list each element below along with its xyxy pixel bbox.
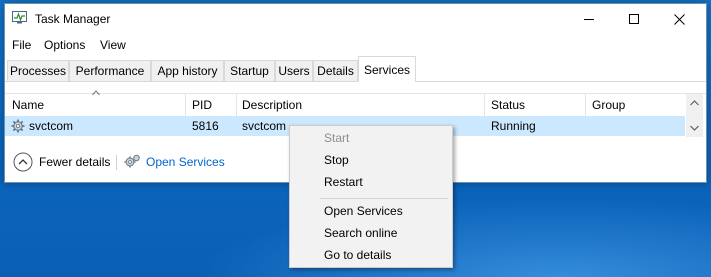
column-header-status[interactable]: Status [491, 94, 525, 116]
gear-icon [11, 119, 25, 133]
context-menu-go-to-details[interactable]: Go to details [290, 244, 452, 266]
context-menu-label: Start [324, 131, 350, 145]
tab-processes[interactable]: Processes [7, 60, 69, 81]
fewer-details-button[interactable]: Fewer details [39, 155, 110, 169]
cell-status: Running [491, 119, 536, 133]
tab-users[interactable]: Users [275, 60, 313, 81]
task-manager-icon [12, 11, 27, 24]
minimize-button[interactable] [567, 4, 611, 34]
column-header-name[interactable]: Name [12, 94, 44, 116]
column-divider[interactable] [484, 94, 485, 116]
context-menu-label: Go to details [324, 248, 392, 262]
scroll-up-icon[interactable] [690, 100, 699, 106]
context-menu-open-services[interactable]: Open Services [290, 200, 452, 222]
tab-strip-border [5, 81, 706, 82]
cell-pid: 5816 [192, 119, 219, 133]
close-icon [673, 13, 685, 25]
cell-name: svctcom [29, 119, 74, 133]
sort-ascending-icon [92, 90, 100, 96]
maximize-button[interactable] [612, 4, 656, 34]
menu-options[interactable]: Options [44, 38, 85, 52]
window-title: Task Manager [35, 12, 111, 26]
column-header-group[interactable]: Group [592, 94, 625, 116]
column-divider[interactable] [236, 94, 237, 116]
column-divider[interactable] [585, 94, 586, 116]
fewer-details-chevron-icon[interactable] [13, 152, 33, 172]
context-menu-start[interactable]: Start [290, 127, 452, 149]
services-gears-icon [124, 154, 140, 168]
tab-services[interactable]: Services [358, 56, 416, 82]
context-menu-stop[interactable]: Stop [290, 149, 452, 171]
context-menu-label: Restart [324, 175, 363, 189]
tab-performance[interactable]: Performance [69, 60, 151, 81]
tab-startup[interactable]: Startup [224, 60, 275, 81]
menu-file[interactable]: File [12, 38, 31, 52]
context-menu-restart[interactable]: Restart [290, 171, 452, 193]
maximize-icon [628, 13, 639, 24]
context-menu-label: Open Services [324, 204, 403, 218]
context-menu: Start Stop Restart Open Services Search … [289, 125, 453, 268]
column-header-pid[interactable]: PID [192, 94, 212, 116]
context-menu-label: Search online [324, 226, 398, 240]
close-button[interactable] [657, 4, 701, 34]
vertical-scrollbar[interactable] [686, 94, 703, 137]
context-menu-search-online[interactable]: Search online [290, 222, 452, 244]
context-menu-separator [320, 198, 448, 199]
footer-divider [116, 155, 117, 170]
tab-app-history[interactable]: App history [151, 60, 224, 81]
open-services-link[interactable]: Open Services [146, 155, 225, 169]
menu-view[interactable]: View [100, 38, 126, 52]
cell-description: svctcom [242, 119, 287, 133]
scroll-down-icon[interactable] [690, 125, 699, 131]
menu-bar: File Options View [5, 34, 706, 56]
tab-details[interactable]: Details [313, 60, 358, 81]
column-divider[interactable] [185, 94, 186, 116]
context-menu-label: Stop [324, 153, 349, 167]
column-header-description[interactable]: Description [242, 94, 302, 116]
minimize-icon [583, 18, 594, 20]
title-bar[interactable]: Task Manager [5, 4, 706, 34]
